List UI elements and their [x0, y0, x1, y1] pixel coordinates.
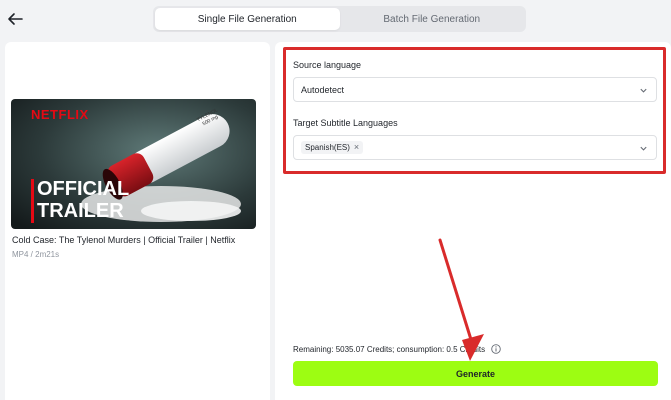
video-meta: MP4 / 2m21s	[12, 250, 60, 259]
thumbnail-brand: NETFLIX	[31, 107, 89, 122]
thumbnail-text-line2: TRAILER	[37, 200, 124, 222]
back-button[interactable]	[6, 10, 24, 28]
thumbnail-accent-bar	[31, 179, 34, 223]
video-title: Cold Case: The Tylenol Murders | Officia…	[12, 235, 236, 245]
info-icon[interactable]	[491, 344, 501, 354]
credits-text: Remaining: 5035.07 Credits; consumption:…	[293, 344, 486, 354]
generate-button[interactable]: Generate	[293, 361, 658, 386]
generation-mode-tabs: Single File Generation Batch File Genera…	[153, 6, 526, 32]
tab-single-file[interactable]: Single File Generation	[155, 8, 340, 30]
arrow-left-icon	[8, 13, 23, 25]
tab-batch-file[interactable]: Batch File Generation	[340, 8, 525, 30]
video-thumbnail[interactable]: NETFLIX TYLENOL 500 mg OFFICIAL TRAILER	[11, 99, 256, 229]
annotation-highlight-box	[283, 47, 666, 174]
thumbnail-text-line1: OFFICIAL	[37, 178, 130, 200]
credits-info: Remaining: 5035.07 Credits; consumption:…	[293, 344, 501, 354]
